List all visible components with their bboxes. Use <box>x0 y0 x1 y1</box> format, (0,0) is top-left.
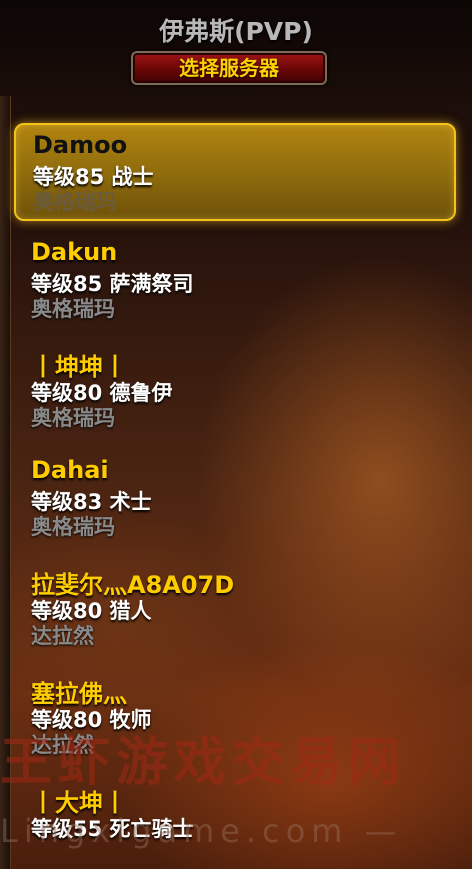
character-realm: 奥格瑞玛 <box>33 190 117 214</box>
character-slot-3[interactable]: 丨坤坤丨 等级80 德鲁伊 奥格瑞玛 <box>14 341 456 439</box>
character-name: Dahai <box>31 456 109 484</box>
watermark-text: 王虾游戏交易网 <box>0 733 407 793</box>
watermark-url: Lingxigame.com — <box>0 812 403 850</box>
character-realm: 奥格瑞玛 <box>31 515 115 539</box>
character-slot-4[interactable]: Dahai 等级83 术士 奥格瑞玛 <box>14 450 456 548</box>
character-realm: 奥格瑞玛 <box>31 297 115 321</box>
character-realm: 奥格瑞玛 <box>31 406 115 430</box>
character-realm: 达拉然 <box>31 624 94 648</box>
character-slot-2[interactable]: Dakun 等级85 萨满祭司 奥格瑞玛 <box>14 232 456 330</box>
character-name: Damoo <box>33 131 128 159</box>
character-name: Dakun <box>31 238 118 266</box>
character-slot-5[interactable]: 拉斐尔灬A8A07D 等级80 猎人 达拉然 <box>14 559 456 657</box>
character-slot-1[interactable]: Damoo 等级85 战士 奥格瑞玛 <box>14 123 456 221</box>
